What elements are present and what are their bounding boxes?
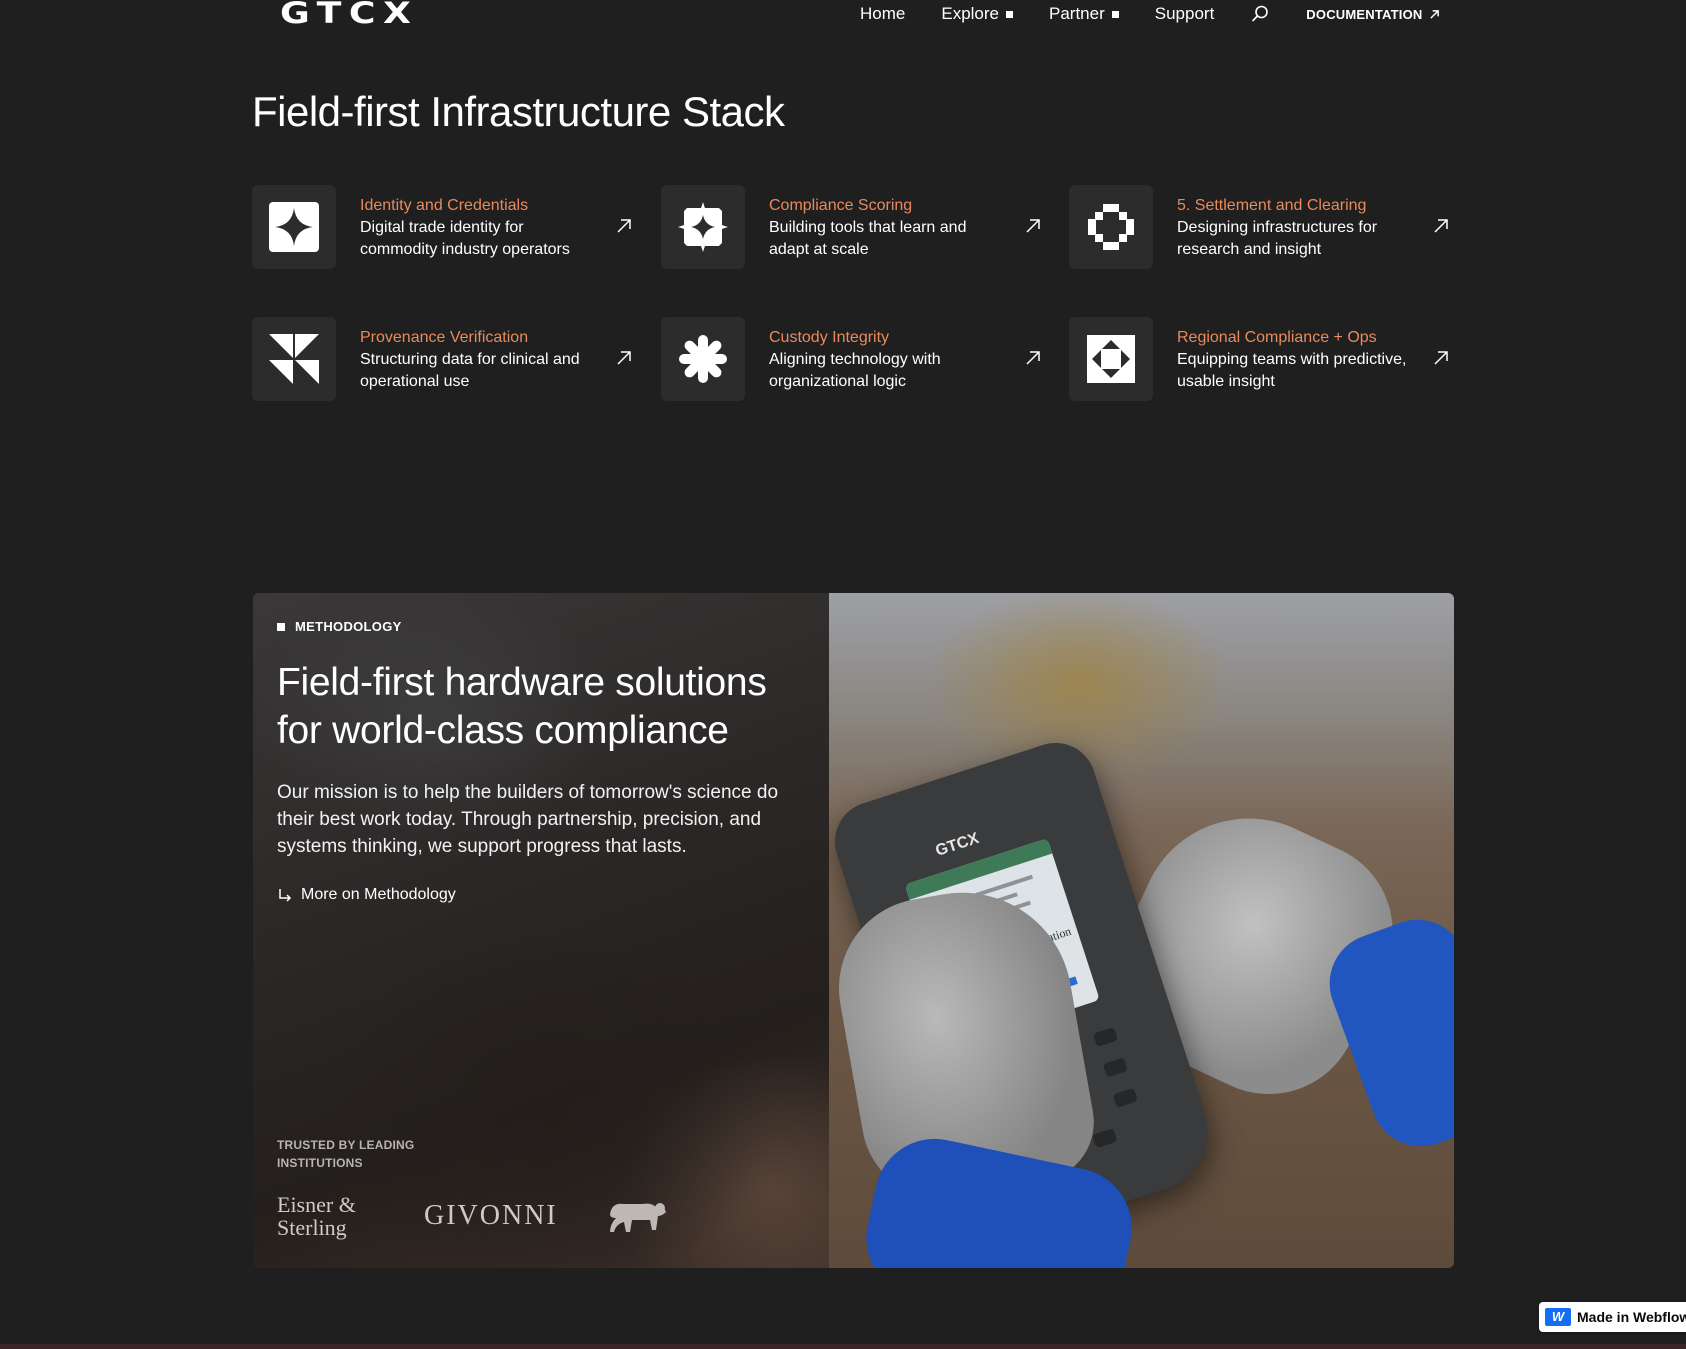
device-brand: GTCX xyxy=(933,829,981,860)
arrow-up-right-icon xyxy=(616,218,634,236)
documentation-label: DOCUMENTATION xyxy=(1306,6,1423,22)
nav-links: Home Explore Partner Support DOCUMENTATI… xyxy=(860,2,1440,26)
stack-card-custody[interactable]: Custody Integrity Aligning technology wi… xyxy=(661,317,1051,403)
nav-explore[interactable]: Explore xyxy=(941,4,1013,24)
stack-card-identity[interactable]: Identity and Credentials Digital trade i… xyxy=(252,185,642,271)
arrow-up-right-icon xyxy=(1025,218,1043,236)
stack-card-settlement[interactable]: 5. Settlement and Clearing Designing inf… xyxy=(1069,185,1459,271)
card-tile xyxy=(661,185,745,269)
stack-card-regional[interactable]: Regional Compliance + Ops Equipping team… xyxy=(1069,317,1459,403)
concave-diamond-icon xyxy=(678,202,728,252)
bottom-strip xyxy=(0,1344,1686,1349)
card-tile xyxy=(252,317,336,401)
card-title: Custody Integrity xyxy=(769,329,890,346)
card-title: Provenance Verification xyxy=(360,329,529,346)
arrow-up-right-icon xyxy=(1429,9,1439,19)
arrow-up-right-icon xyxy=(1025,350,1043,368)
card-description: Structuring data for clinical and operat… xyxy=(360,351,580,390)
methodology-headline: Field-first hardware solutions for world… xyxy=(277,661,767,752)
dropdown-square-icon xyxy=(1006,10,1013,18)
arrow-up-right-icon xyxy=(616,350,634,368)
badge-label: Made in Webflow xyxy=(1577,1309,1686,1325)
triangles-icon xyxy=(269,334,319,384)
documentation-link[interactable]: DOCUMENTATION xyxy=(1306,7,1439,22)
nav-explore-label: Explore xyxy=(941,4,999,23)
card-description: Aligning technology with organizational … xyxy=(769,351,941,390)
card-description: Equipping teams with predictive, usable … xyxy=(1177,351,1407,390)
arrow-up-right-icon xyxy=(1433,218,1451,236)
pixel-ring-icon xyxy=(1088,204,1134,250)
stack-card-provenance[interactable]: Provenance Verification Structuring data… xyxy=(252,317,642,403)
eisner-sterling-logo: Eisner & Sterling xyxy=(277,1192,356,1240)
made-in-webflow-badge[interactable]: W Made in Webflow xyxy=(1539,1302,1686,1332)
nav-partner-label: Partner xyxy=(1049,4,1105,23)
page: GTCX Home Explore Partner Support DOCUME… xyxy=(0,0,1686,1349)
methodology-kicker: METHODOLOGY xyxy=(277,619,402,634)
webflow-logo-icon: W xyxy=(1545,1308,1571,1326)
card-tile xyxy=(252,185,336,269)
nav-home[interactable]: Home xyxy=(860,4,905,24)
more-link-label: More on Methodology xyxy=(301,886,456,903)
methodology-content: METHODOLOGY Field-first hardware solutio… xyxy=(253,593,829,1268)
nav-support[interactable]: Support xyxy=(1155,4,1215,24)
partner-logos: Eisner & Sterling GIVONNI xyxy=(277,1193,668,1239)
top-nav: GTCX Home Explore Partner Support DOCUME… xyxy=(0,0,1686,30)
card-tile xyxy=(1069,317,1153,401)
nav-partner[interactable]: Partner xyxy=(1049,4,1119,24)
arrow-up-right-icon xyxy=(1433,350,1451,368)
nav-home-label: Home xyxy=(860,4,906,23)
methodology-panel: METHODOLOGY Field-first hardware solutio… xyxy=(253,593,1454,1268)
square-bullet-icon xyxy=(277,622,285,631)
search-icon[interactable] xyxy=(1250,4,1270,24)
gtcx-logo[interactable]: GTCX xyxy=(280,0,411,28)
givonni-logo: GIVONNI xyxy=(424,1200,558,1231)
trusted-label: TRUSTED BY LEADING INSTITUTIONS xyxy=(277,1138,415,1170)
card-tile xyxy=(661,317,745,401)
asterisk-icon xyxy=(679,335,727,383)
logo-text: GTCX xyxy=(280,0,419,30)
card-description: Building tools that learn and adapt at s… xyxy=(769,219,967,258)
nav-support-label: Support xyxy=(1154,4,1215,23)
card-title: Identity and Credentials xyxy=(360,197,529,214)
field-device-photo: GTCX Compliance Confirmation xyxy=(829,593,1454,1268)
card-tile xyxy=(1069,185,1153,269)
card-description: Designing infrastructures for research a… xyxy=(1177,219,1378,258)
mission-text: Our mission is to help the builders of t… xyxy=(277,782,779,857)
stack-title: Field-first Infrastructure Stack xyxy=(252,88,785,135)
stack-card-compliance[interactable]: Compliance Scoring Building tools that l… xyxy=(661,185,1051,271)
monkey-logo-icon xyxy=(609,1203,666,1232)
card-title: Compliance Scoring xyxy=(769,197,913,214)
four-point-star-icon xyxy=(269,202,319,252)
kicker-label: METHODOLOGY xyxy=(295,619,402,634)
dropdown-square-icon xyxy=(1111,10,1119,18)
diamond-in-square-icon xyxy=(1087,335,1135,383)
card-title: Regional Compliance + Ops xyxy=(1177,329,1377,346)
arrow-down-right-icon xyxy=(279,889,292,902)
card-description: Digital trade identity for commodity ind… xyxy=(360,219,570,258)
more-on-methodology-link[interactable]: More on Methodology xyxy=(277,886,456,904)
card-title: 5. Settlement and Clearing xyxy=(1177,197,1367,214)
